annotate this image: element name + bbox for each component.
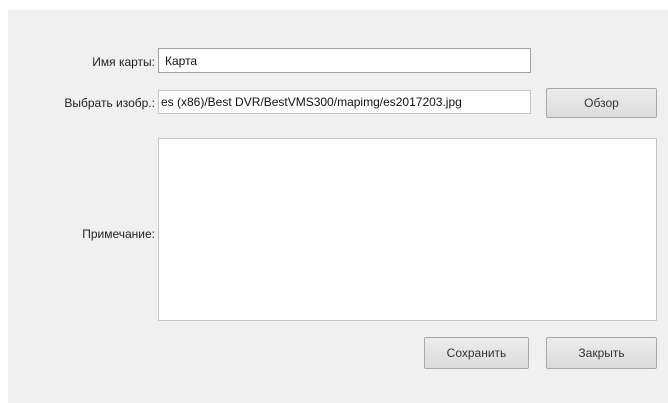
map-settings-dialog: Имя карты: Выбрать изобр.: Обзор Примеча… [8, 10, 668, 403]
map-name-input[interactable] [158, 48, 531, 73]
save-button[interactable]: Сохранить [424, 337, 529, 369]
map-name-label: Имя карты: [92, 55, 155, 69]
browse-button[interactable]: Обзор [546, 88, 657, 118]
close-button[interactable]: Закрыть [546, 337, 657, 369]
image-path-input[interactable] [158, 90, 531, 114]
note-textarea[interactable] [158, 138, 657, 321]
select-image-label: Выбрать изобр.: [64, 96, 155, 110]
note-label: Примечание: [82, 227, 155, 241]
